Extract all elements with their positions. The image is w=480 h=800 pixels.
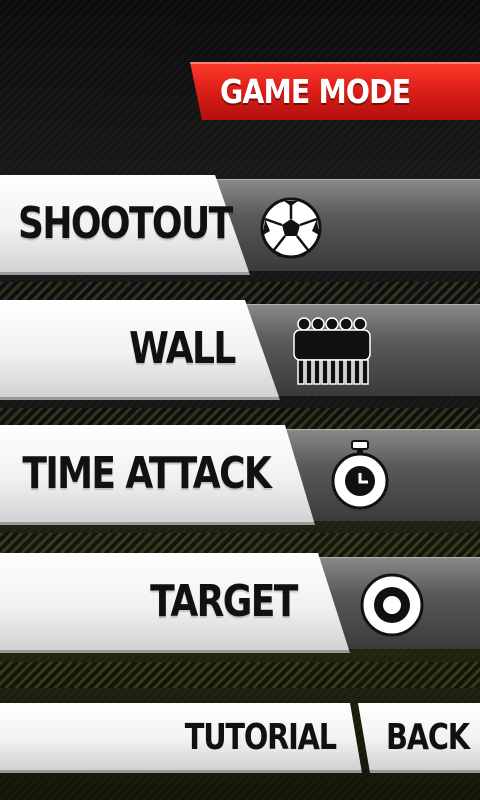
title-banner: GAME MODE [190, 62, 480, 120]
back-label: BACK [386, 717, 470, 758]
mode-label: WALL [129, 323, 236, 374]
icon-panel [215, 179, 480, 271]
mode-label: TARGET [150, 576, 298, 627]
mode-wall-button[interactable]: WALL [0, 300, 480, 400]
page-title: GAME MODE [220, 72, 411, 111]
stopwatch-icon [331, 440, 389, 510]
background-stripe [0, 662, 480, 688]
target-icon [360, 573, 424, 637]
player-wall-icon [293, 317, 371, 385]
mode-label: TIME ATTACK [22, 448, 271, 499]
mode-label: SHOOTOUT [18, 198, 233, 249]
mode-time-attack-button[interactable]: TIME ATTACK [0, 425, 480, 525]
soccer-ball-icon [260, 197, 322, 259]
bottom-bar: TUTORIAL BACK [0, 703, 480, 773]
tutorial-button[interactable]: TUTORIAL [0, 703, 362, 773]
tutorial-label: TUTORIAL [184, 717, 337, 758]
back-button[interactable]: BACK [358, 703, 480, 773]
mode-target-button[interactable]: TARGET [0, 553, 480, 653]
mode-shootout-button[interactable]: SHOOTOUT [0, 175, 480, 275]
